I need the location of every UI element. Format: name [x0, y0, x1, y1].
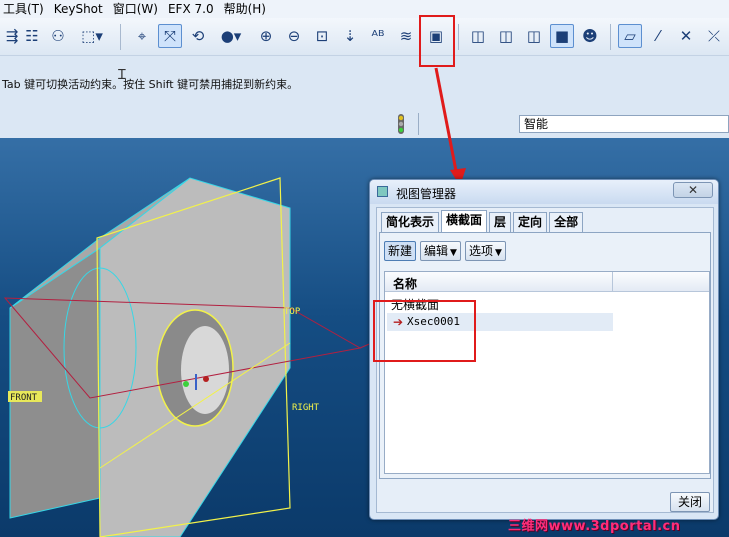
csys-axis-marker — [203, 376, 209, 382]
no-hidden-icon[interactable]: ◫ — [522, 24, 546, 48]
binoculars-icon[interactable]: ⚇ — [46, 24, 70, 48]
options-menu-button[interactable]: 选项 ▼ — [464, 241, 506, 261]
filter-separator — [418, 113, 419, 135]
main-toolbar: ⇶ ☷ ⚇ ⬚▾ ⌖ ⤧ ⟲ ●▾ ⊕ ⊖ ⊡ ⇣ ᴬᴮ ≋ ▣ ◫ ◫ ◫ ■… — [0, 18, 729, 56]
plane-display-icon[interactable]: ▱ — [618, 24, 642, 48]
column-divider[interactable] — [612, 272, 613, 292]
tab-layers[interactable]: 层 — [489, 212, 512, 232]
layers-icon[interactable]: ≋ — [394, 24, 418, 48]
column-header-name[interactable]: 名称 — [393, 275, 417, 292]
refit-icon[interactable]: ⊡ — [310, 24, 334, 48]
datum-display-icon[interactable]: ⤧ — [158, 24, 182, 48]
message-prompt: Tab 键可切换活动约束。按住 Shift 键可禁用捕捉到新约束。 — [2, 78, 299, 91]
menu-help[interactable]: 帮助(H) — [221, 0, 273, 18]
new-button[interactable]: 新建 — [384, 241, 417, 261]
enhanced-realism-icon[interactable]: ☻ — [578, 24, 602, 48]
dialog-title-bar[interactable]: 视图管理器 ✕ — [370, 180, 718, 204]
list-header: 名称 — [385, 272, 709, 292]
text-style-icon[interactable]: ᴬᴮ — [366, 24, 390, 48]
toolbar-separator — [120, 24, 121, 50]
options-label: 选项 — [468, 244, 493, 258]
menu-efx[interactable]: EFX 7.0 — [165, 0, 221, 18]
tab-strip: 简化表示 横截面 层 定向 全部 — [381, 210, 585, 232]
view-normal-icon[interactable]: ⇣ — [338, 24, 362, 48]
tab-simplified-rep[interactable]: 简化表示 — [381, 212, 440, 232]
zoom-in-icon[interactable]: ⊕ — [254, 24, 278, 48]
zoom-out-icon[interactable]: ⊖ — [282, 24, 306, 48]
orient-icon[interactable]: ⟲ — [186, 24, 210, 48]
list-highlight-box — [373, 300, 476, 362]
hidden-line-icon[interactable]: ◫ — [494, 24, 518, 48]
edit-label: 编辑 — [424, 244, 449, 258]
menu-keyshot[interactable]: KeyShot — [51, 0, 110, 18]
regen-status-icon[interactable] — [394, 113, 408, 135]
status-area: Ɪ Tab 键可切换活动约束。按住 Shift 键可禁用捕捉到新约束。 智能 — [0, 56, 729, 138]
toolbar-separator — [610, 24, 611, 50]
close-button[interactable]: 关闭 — [670, 492, 710, 512]
right-datum-label: RIGHT — [292, 403, 320, 413]
panel-button-row: 新建 编辑 ▼ 选项 ▼ — [384, 241, 510, 261]
tab-orient[interactable]: 定向 — [513, 212, 548, 232]
csys-display-icon[interactable]: ⤫ — [702, 24, 726, 48]
edit-menu-button[interactable]: 编辑 ▼ — [420, 241, 461, 261]
selection-filter[interactable]: 智能 — [519, 115, 729, 133]
dialog-icon — [377, 186, 388, 197]
wireframe-icon[interactable]: ◫ — [466, 24, 490, 48]
selection-box-icon[interactable]: ⬚▾ — [74, 24, 110, 48]
top-datum-label: TOP — [284, 307, 301, 317]
dialog-title: 视图管理器 — [396, 187, 457, 201]
hole-inner-surface — [181, 326, 229, 414]
layers-rebuild-icon[interactable]: ☷ — [20, 24, 44, 48]
csys-origin-marker — [183, 381, 189, 387]
spin-center-icon[interactable]: ⌖ — [130, 24, 154, 48]
chevron-down-icon: ▼ — [450, 248, 457, 258]
watermark: 三维网www.3dportal.cn — [508, 519, 681, 534]
menu-bar: 工具(T) KeyShot 窗口(W) EFX 7.0 帮助(H) — [0, 0, 729, 18]
tab-all[interactable]: 全部 — [549, 212, 584, 232]
close-icon[interactable]: ✕ — [673, 182, 713, 198]
menu-window[interactable]: 窗口(W) — [110, 0, 165, 18]
tab-cross-section[interactable]: 横截面 — [441, 210, 488, 232]
shading-icon[interactable]: ■ — [550, 24, 574, 48]
toolbar-separator — [458, 24, 459, 50]
menu-tools[interactable]: 工具(T) — [0, 0, 51, 18]
chevron-down-icon: ▼ — [494, 248, 502, 258]
front-datum-label: FRONT — [10, 393, 38, 403]
point-display-icon[interactable]: ✕ — [674, 24, 698, 48]
model-side-face — [9, 247, 101, 519]
axis-display-icon[interactable]: ⁄ — [646, 24, 670, 48]
toolbar-highlight-box — [419, 15, 455, 67]
sphere-shading-icon[interactable]: ●▾ — [214, 24, 248, 48]
